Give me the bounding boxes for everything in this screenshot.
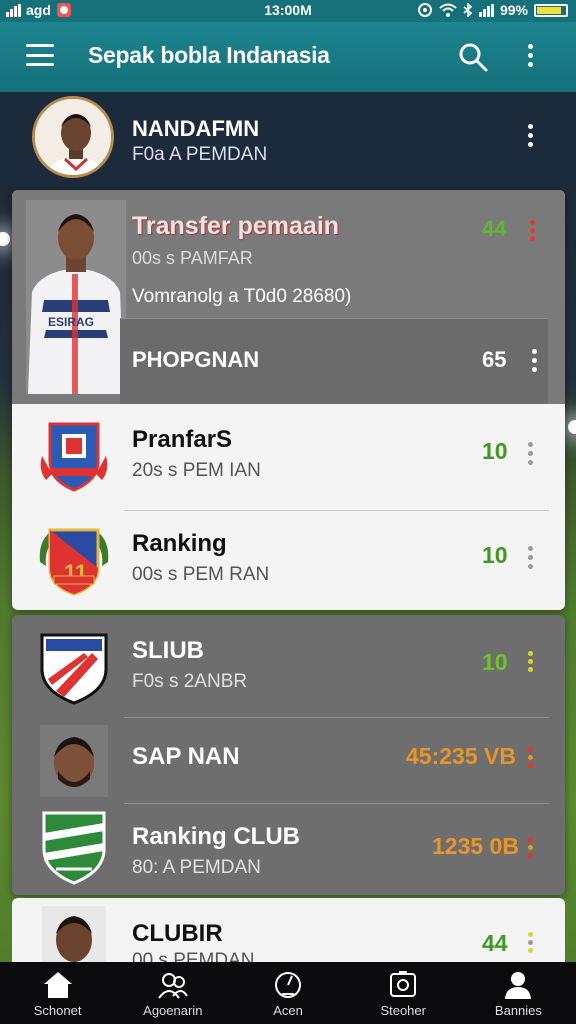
nav-acen[interactable]: Acen [230, 962, 345, 1024]
status-bar: agd 13:00M 99% [0, 0, 576, 22]
list-item[interactable]: 11 Ranking 00s s PEM RAN 10 [12, 508, 565, 610]
club-crest-icon [40, 633, 108, 705]
item-label: Ranking CLUB [132, 823, 300, 850]
featured-more-icon[interactable] [530, 220, 535, 241]
camera-icon [390, 971, 417, 997]
player-list-card: ESIRAG Transfer pemaain 00s s PAMFAR Vom… [12, 190, 565, 610]
nav-agoenarin[interactable]: Agoenarin [115, 962, 230, 1024]
avatar [32, 96, 114, 178]
nav-bannies[interactable]: Bannies [461, 962, 576, 1024]
item-value: 45:235 VB [406, 743, 516, 769]
stadium-light [568, 420, 576, 434]
battery-icon [534, 3, 568, 17]
home-icon [43, 972, 72, 998]
more-options-icon[interactable] [528, 44, 533, 67]
item-more-icon[interactable] [528, 932, 533, 953]
list-item[interactable]: CLUBIR 00 s PEMDAN 44 [12, 898, 565, 968]
item-label: Ranking [132, 530, 227, 557]
nav-label: Steoher [380, 1003, 426, 1018]
list-item[interactable]: SLIUB F0s s 2ANBR 10 [12, 615, 565, 718]
list-item[interactable]: PranfarS 20s s PEM IAN 10 [12, 404, 565, 507]
featured-transfer[interactable]: ESIRAG Transfer pemaain 00s s PAMFAR Vom… [12, 190, 565, 404]
item-subtitle: 00s s PEM RAN [132, 564, 270, 585]
app-title: Sepak bobla Indanasia [88, 42, 330, 68]
club-crest-icon [42, 811, 106, 885]
bottom-nav: Schonet Agoenarin Acen Steoher Bannies [0, 962, 576, 1024]
club-crest-icon: 11 [39, 528, 109, 596]
menu-icon[interactable] [26, 44, 54, 66]
nav-home[interactable]: Schonet [0, 962, 115, 1024]
player-avatar [40, 725, 108, 797]
item-value: 44 [482, 930, 508, 956]
player-photo: ESIRAG [26, 200, 126, 394]
featured-subrow[interactable]: PHOPGNAN 65 [120, 318, 548, 404]
item-subtitle: F0s s 2ANBR [132, 671, 248, 692]
nav-label: Agoenarin [143, 1003, 203, 1018]
featured-count: 44 [482, 216, 507, 241]
location-icon [417, 3, 432, 17]
subrow-label: PHOPGNAN [132, 347, 260, 372]
club-crest-icon [40, 422, 108, 492]
user-icon [505, 972, 532, 999]
app-bar: Sepak bobla Indanasia [0, 22, 576, 92]
player-avatar [42, 906, 106, 968]
profile-subtitle: F0a A PEMDAN [132, 144, 268, 165]
nav-steoher[interactable]: Steoher [346, 962, 461, 1024]
clock-icon [275, 972, 301, 998]
item-value: 1235 0B [432, 833, 519, 859]
profile-header[interactable]: NANDAFMN F0a A PEMDAN [0, 92, 576, 186]
list-item[interactable]: Ranking CLUB 80: A PEMDAN 1235 0B [12, 801, 565, 895]
subrow-value: 65 [482, 347, 507, 372]
item-value: 10 [482, 438, 508, 464]
item-subtitle: 20s s PEM IAN [132, 460, 261, 481]
stadium-light [0, 232, 10, 246]
profile-name: NANDAFMN [132, 116, 260, 141]
item-more-icon[interactable] [528, 837, 533, 858]
subrow-more-icon[interactable] [532, 349, 537, 372]
item-more-icon[interactable] [528, 651, 533, 672]
featured-detail: Vomranolg a T0d0 28680) [132, 286, 352, 307]
featured-title: Transfer pemaain [132, 212, 340, 240]
search-icon[interactable] [458, 42, 488, 72]
item-value: 10 [482, 542, 508, 568]
featured-subtitle: 00s s PAMFAR [132, 248, 253, 268]
item-label: SAP NAN [132, 743, 240, 770]
item-label: SLIUB [132, 637, 204, 664]
nav-label: Acen [273, 1003, 303, 1018]
svg-text:ESIRAG: ESIRAG [48, 315, 94, 329]
item-more-icon[interactable] [528, 442, 533, 465]
nav-label: Bannies [494, 1003, 542, 1018]
club-list-card: SLIUB F0s s 2ANBR 10 SAP NAN 45:235 VB R… [12, 615, 565, 895]
item-more-icon[interactable] [528, 747, 533, 768]
item-label: CLUBIR [132, 920, 223, 947]
nav-label: Schonet [33, 1003, 82, 1018]
wifi-icon [439, 3, 457, 17]
profile-more-icon[interactable] [528, 124, 533, 147]
item-label: PranfarS [132, 426, 233, 453]
bluetooth-icon [463, 3, 473, 17]
item-subtitle: 80: A PEMDAN [132, 857, 261, 878]
people-icon [157, 973, 188, 999]
item-more-icon[interactable] [528, 546, 533, 569]
battery-percent: 99% [499, 2, 528, 18]
list-item[interactable]: SAP NAN 45:235 VB [12, 717, 565, 803]
list-card-bottom: CLUBIR 00 s PEMDAN 44 [12, 898, 565, 968]
item-value: 10 [482, 649, 508, 675]
signal-bars-icon [478, 3, 494, 17]
